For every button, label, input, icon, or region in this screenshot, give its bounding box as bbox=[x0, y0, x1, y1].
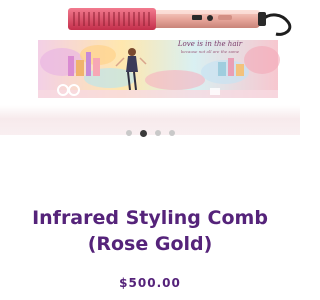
carousel-dots bbox=[0, 128, 300, 138]
product-title-line1: Infrared Styling Comb bbox=[32, 207, 268, 229]
product-title: Infrared Styling Comb (Rose Gold) bbox=[10, 205, 290, 257]
product-price: $500.00 bbox=[119, 276, 181, 290]
product-box: Love is in the hair because not all are … bbox=[38, 40, 280, 98]
carousel-dot-3[interactable] bbox=[154, 130, 161, 136]
carousel-dot-4[interactable] bbox=[168, 130, 175, 136]
box-script-line2: because not all are the same bbox=[181, 49, 240, 54]
box-script-line1: Love is in the hair bbox=[177, 40, 243, 48]
styling-comb bbox=[68, 8, 292, 36]
product-photo: Love is in the hair because not all are … bbox=[38, 8, 292, 98]
carousel-dot-1[interactable] bbox=[125, 130, 132, 136]
product-title-line2: (Rose Gold) bbox=[87, 233, 213, 255]
carousel-dot-2[interactable] bbox=[139, 129, 147, 137]
product-image[interactable]: Love is in the hair because not all are … bbox=[0, 0, 300, 135]
